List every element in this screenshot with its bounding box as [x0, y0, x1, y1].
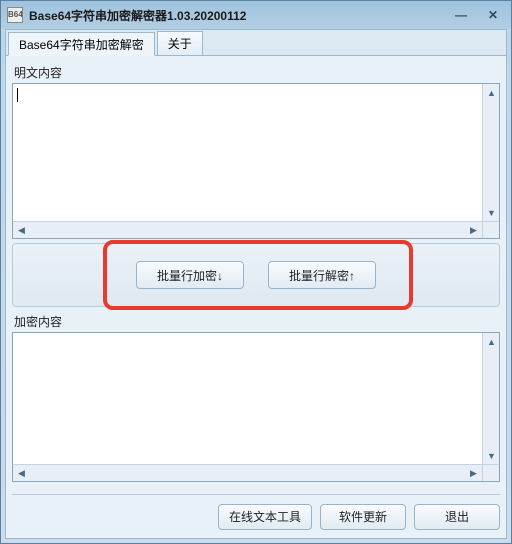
plaintext-content[interactable] [13, 84, 499, 238]
update-button[interactable]: 软件更新 [320, 504, 406, 530]
ciphertext-area[interactable]: ▲ ▼ ◀ ▶ [12, 332, 500, 482]
scroll-right-icon[interactable]: ▶ [465, 465, 482, 482]
ciphertext-label: 加密内容 [14, 313, 500, 330]
minimize-button[interactable]: — [449, 6, 473, 24]
plaintext-area[interactable]: ▲ ▼ ◀ ▶ [12, 83, 500, 239]
plaintext-vscrollbar[interactable]: ▲ ▼ [482, 84, 499, 221]
tab-strip: Base64字符串加密解密 关于 [6, 30, 506, 56]
title-bar: B64 Base64字符串加密解密器1.03.20200112 — ✕ [1, 1, 511, 29]
scroll-corner [482, 221, 499, 238]
scroll-up-icon[interactable]: ▲ [483, 333, 500, 350]
tab-about[interactable]: 关于 [157, 31, 203, 55]
tab-main-body: 明文内容 ▲ ▼ ◀ ▶ 批量行加密↓ 批量行解密↑ [6, 56, 506, 538]
action-panel: 批量行加密↓ 批量行解密↑ [12, 243, 500, 307]
ciphertext-content[interactable] [13, 333, 499, 481]
online-tool-button[interactable]: 在线文本工具 [218, 504, 312, 530]
text-caret [17, 88, 18, 102]
plaintext-hscrollbar[interactable]: ◀ ▶ [13, 221, 482, 238]
batch-decrypt-button[interactable]: 批量行解密↑ [268, 261, 376, 289]
scroll-down-icon[interactable]: ▼ [483, 447, 500, 464]
scroll-right-icon[interactable]: ▶ [465, 222, 482, 239]
client-area: Base64字符串加密解密 关于 明文内容 ▲ ▼ ◀ ▶ [5, 29, 507, 539]
scroll-left-icon[interactable]: ◀ [13, 222, 30, 239]
footer-bar: 在线文本工具 软件更新 退出 [12, 494, 500, 532]
window-title: Base64字符串加密解密器1.03.20200112 [29, 7, 449, 24]
window-controls: — ✕ [449, 6, 505, 24]
scroll-down-icon[interactable]: ▼ [483, 204, 500, 221]
scroll-up-icon[interactable]: ▲ [483, 84, 500, 101]
scroll-corner [482, 464, 499, 481]
ciphertext-hscrollbar[interactable]: ◀ ▶ [13, 464, 482, 481]
tab-main[interactable]: Base64字符串加密解密 [8, 32, 155, 56]
app-window: B64 Base64字符串加密解密器1.03.20200112 — ✕ Base… [0, 0, 512, 544]
close-button[interactable]: ✕ [481, 6, 505, 24]
ciphertext-vscrollbar[interactable]: ▲ ▼ [482, 333, 499, 464]
exit-button[interactable]: 退出 [414, 504, 500, 530]
app-icon: B64 [7, 7, 23, 23]
scroll-left-icon[interactable]: ◀ [13, 465, 30, 482]
plaintext-label: 明文内容 [14, 64, 500, 81]
batch-encrypt-button[interactable]: 批量行加密↓ [136, 261, 244, 289]
